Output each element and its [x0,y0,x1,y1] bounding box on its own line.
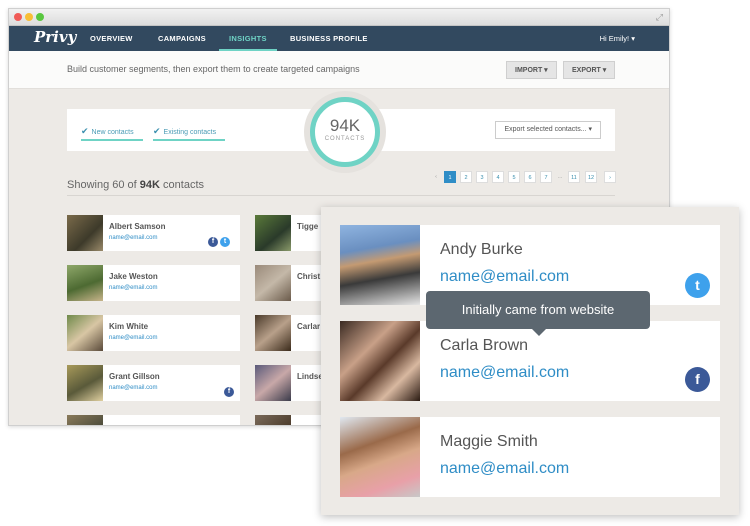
contact-name: Tigge [297,222,319,231]
page-button[interactable]: 7 [540,171,552,183]
contact-card[interactable]: Jake Weston name@email.com [67,265,240,301]
contact-name: Lindse [297,372,323,381]
contact-email[interactable]: name@email.com [109,235,157,241]
contact-photo [340,225,420,305]
contact-photo [255,265,291,301]
contact-name: Christ [297,272,321,281]
twitter-icon[interactable]: t [685,273,710,298]
contact-photo [255,415,291,425]
minimize-window-button[interactable] [25,13,33,21]
facebook-icon[interactable]: f [208,237,218,247]
showing-suffix: contacts [163,179,204,191]
contact-card[interactable]: Kim White name@email.com [67,315,240,351]
user-menu[interactable]: Hi Emily! ▾ [600,26,635,51]
contact-email[interactable]: name@email.com [109,335,157,341]
prev-page-button[interactable]: ‹ [430,171,442,183]
contact-photo [340,417,420,497]
contact-photo [67,365,103,401]
new-contacts-label: New contacts [91,129,134,136]
page-ellipsis: ... [557,174,563,180]
contact-email[interactable]: name@email.com [440,364,569,382]
contact-email[interactable]: name@email.com [109,385,157,391]
source-tooltip: Initially came from website [426,291,650,336]
showing-prefix: Showing 60 of [67,179,137,191]
filter-underline [153,139,225,141]
contact-photo [67,415,103,425]
contact-photo [255,315,291,351]
export-selected-dropdown[interactable]: Export selected contacts... ▾ [495,121,601,139]
contact-card[interactable]: Albert Samson name@email.com f t [67,215,240,251]
close-window-button[interactable] [14,13,22,21]
contacts-total: 94K [329,116,361,135]
contact-name: Grant Gillson [109,372,160,381]
page-subheader: Build customer segments, then export the… [9,51,669,89]
zoomed-contact-card[interactable]: Maggie Smith name@email.com [340,417,720,497]
contact-photo [67,315,103,351]
contact-photo [255,215,291,251]
checkmark-icon: ✔ [81,126,89,136]
facebook-icon[interactable]: f [685,367,710,392]
checkmark-icon: ✔ [153,126,161,136]
page-button[interactable]: 5 [508,171,520,183]
twitter-icon[interactable]: t [220,237,230,247]
section-divider [67,195,615,196]
privy-logo[interactable]: Privy [34,28,76,46]
page-button[interactable]: 6 [524,171,536,183]
contact-card[interactable]: Grant Gillson name@email.com f [67,365,240,401]
window-titlebar: ⤢ [9,9,669,26]
contact-name: Jake Weston [109,272,158,281]
contact-card[interactable] [67,415,240,425]
page-description: Build customer segments, then export the… [67,64,360,74]
page-button[interactable]: 11 [568,171,580,183]
contact-name: Carla Brown [440,337,529,354]
existing-contacts-filter[interactable]: ✔ Existing contacts [153,126,225,141]
contact-photo [340,321,420,401]
contact-photo [255,365,291,401]
existing-contacts-label: Existing contacts [163,129,217,136]
page-button[interactable]: 2 [460,171,472,183]
facebook-icon[interactable]: f [224,387,234,397]
contact-photo [67,215,103,251]
contact-name: Albert Samson [109,222,166,231]
export-button[interactable]: EXPORT ▾ [563,61,616,79]
page-button[interactable]: 3 [476,171,488,183]
zoomed-contact-card[interactable]: Carla Brown name@email.com f [340,321,720,401]
nav-campaigns[interactable]: CAMPAIGNS [158,26,206,51]
filter-underline [81,139,143,141]
fullscreen-icon[interactable]: ⤢ [656,12,663,23]
nav-business-profile[interactable]: BUSINESS PROFILE [290,26,368,51]
top-navbar: Privy OVERVIEW CAMPAIGNS INSIGHTS BUSINE… [9,26,669,51]
contact-name: Carlar [297,322,321,331]
nav-overview[interactable]: OVERVIEW [90,26,133,51]
next-page-button[interactable]: › [604,171,616,183]
contact-email[interactable]: name@email.com [440,268,569,286]
page-button[interactable]: 1 [444,171,456,183]
contacts-total-ring: 94K CONTACTS [304,91,386,173]
contact-name: Maggie Smith [440,433,538,450]
contact-name: Kim White [109,322,149,331]
import-button[interactable]: IMPORT ▾ [506,61,557,79]
contacts-ring-inner: 94K CONTACTS [310,97,380,167]
contact-name: Andy Burke [440,241,523,258]
new-contacts-filter[interactable]: ✔ New contacts [81,126,143,141]
maximize-window-button[interactable] [36,13,44,21]
contact-photo [67,265,103,301]
showing-count: Showing 60 of 94K contacts [67,179,204,191]
contact-email[interactable]: name@email.com [440,460,569,478]
contact-email[interactable]: name@email.com [109,285,157,291]
showing-number: 94K [139,179,160,191]
nav-insights[interactable]: INSIGHTS [219,26,277,51]
page-button[interactable]: 12 [585,171,597,183]
page-button[interactable]: 4 [492,171,504,183]
zoomed-contacts-panel: Andy Burke name@email.com t Carla Brown … [321,207,739,515]
contacts-total-label: CONTACTS [324,136,366,142]
